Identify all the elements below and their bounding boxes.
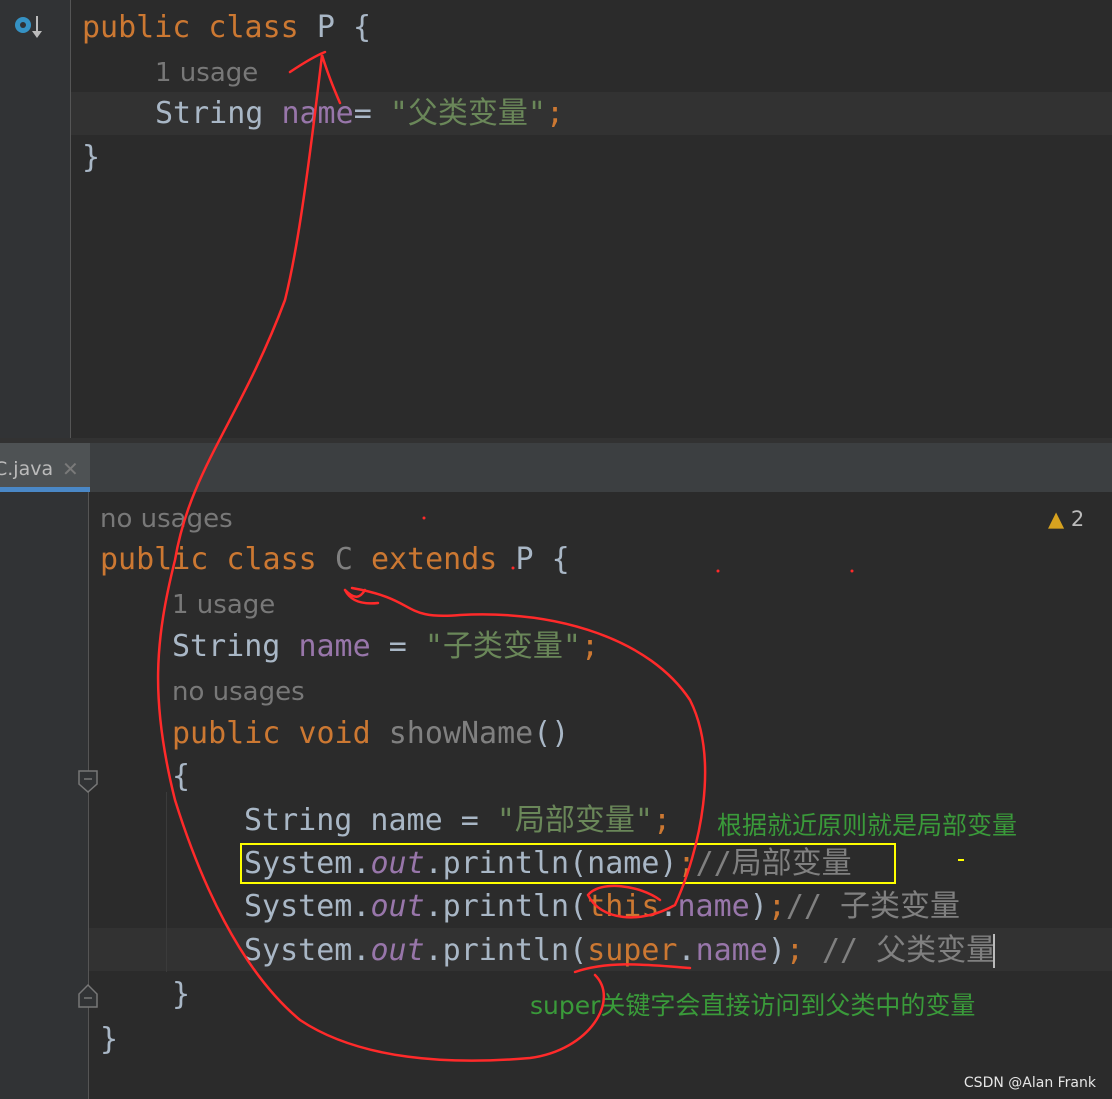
code-token: ; (767, 889, 786, 924)
code-token: { (172, 759, 191, 794)
code-token: super (587, 933, 678, 968)
code-token: C (334, 542, 371, 577)
note-super: super关键字会直接访问到父类中的变量 (530, 991, 976, 1020)
code-token: } (172, 977, 191, 1012)
code-token: = (353, 96, 390, 131)
tab-c-java[interactable]: C.java ✕ (0, 443, 90, 492)
code-token: name (695, 933, 768, 968)
code-token: P (316, 10, 353, 45)
code-token: ; (581, 629, 600, 664)
code-token: showName (388, 716, 534, 751)
tab-label: C.java (0, 458, 54, 480)
editor-tabs: C.java ✕ (0, 443, 1112, 493)
code-line[interactable]: public void showName() (172, 712, 569, 755)
code-token: .println( (424, 933, 588, 968)
code-token: name (281, 96, 354, 131)
code-line[interactable]: { (172, 755, 190, 798)
code-line[interactable]: System.out.println(super.name); // 父类变量 (244, 929, 996, 972)
code-line[interactable]: String name = "局部变量"; (244, 799, 671, 842)
fold-icon[interactable] (78, 982, 98, 1008)
code-token: ; (653, 803, 672, 838)
code-token: 1 usage (172, 590, 276, 620)
indent-guide (166, 792, 167, 972)
code-token: = (370, 629, 425, 664)
gutter (0, 0, 71, 438)
code-token: "父类变量" (389, 96, 546, 131)
code-token: } (100, 1022, 119, 1057)
code-token: System. (244, 933, 371, 968)
code-token: "子类变量" (424, 629, 581, 664)
code-token: 1 usage (155, 58, 259, 88)
code-token: name (677, 889, 750, 924)
override-indicator-icon[interactable] (14, 14, 44, 40)
code-line[interactable]: public class P { (82, 6, 371, 49)
code-token: () (533, 716, 570, 751)
code-token: // 父类变量 (803, 933, 997, 968)
close-icon[interactable]: ✕ (62, 443, 79, 495)
code-token: extends (370, 542, 516, 577)
code-token: "局部变量" (496, 803, 653, 838)
code-line[interactable]: String name = "子类变量"; (172, 625, 599, 668)
code-token: ; (785, 933, 804, 968)
code-token: public class (100, 542, 335, 577)
code-token: { (352, 10, 371, 45)
code-token: ) (749, 889, 768, 924)
fold-icon[interactable] (78, 770, 98, 796)
code-token: name (298, 629, 371, 664)
inlay-hint[interactable]: 1 usage (172, 582, 275, 627)
highlight-box (240, 843, 896, 884)
code-token: String (172, 629, 299, 664)
code-token: out (370, 933, 425, 968)
warning-count: 2 (1070, 507, 1085, 531)
code-line[interactable]: } (82, 136, 100, 179)
code-line[interactable]: String name= "父类变量"; (155, 92, 564, 135)
code-token: String (155, 96, 282, 131)
inlay-hint[interactable]: no usages (100, 496, 233, 541)
code-line[interactable]: public class C extends P { (100, 538, 570, 581)
code-token: no usages (100, 504, 233, 534)
code-token: no usages (172, 677, 305, 707)
code-line[interactable]: } (172, 973, 190, 1016)
code-token: ) (767, 933, 786, 968)
code-line[interactable]: } (100, 1018, 118, 1061)
code-token: System. (244, 889, 371, 924)
gutter (0, 492, 132, 1099)
code-token: . (659, 889, 678, 924)
watermark: CSDN @Alan Frank (963, 1075, 1096, 1091)
inspection-widget[interactable]: ▲ 2 (1048, 507, 1084, 531)
code-token: .println( (424, 889, 588, 924)
code-token: out (370, 889, 425, 924)
code-token: ; (545, 96, 564, 131)
warning-icon: ▲ (1048, 507, 1065, 531)
code-token: public void (172, 716, 389, 751)
code-token: // 子类变量 (785, 889, 961, 924)
code-token: } (82, 140, 101, 175)
code-token: . (677, 933, 696, 968)
inlay-hint[interactable]: no usages (172, 669, 305, 714)
code-line[interactable]: System.out.println(this.name);// 子类变量 (244, 885, 960, 928)
code-token: this (587, 889, 660, 924)
code-token: { (551, 542, 570, 577)
code-token: P (515, 542, 552, 577)
top-editor[interactable]: public class P {1 usage String name= "父类变… (0, 0, 1112, 438)
code-token: String name = (244, 803, 497, 838)
code-token: public class (82, 10, 317, 45)
note-local-variable: 根据就近原则就是局部变量 (717, 811, 1018, 840)
inlay-hint[interactable]: 1 usage (155, 50, 258, 95)
